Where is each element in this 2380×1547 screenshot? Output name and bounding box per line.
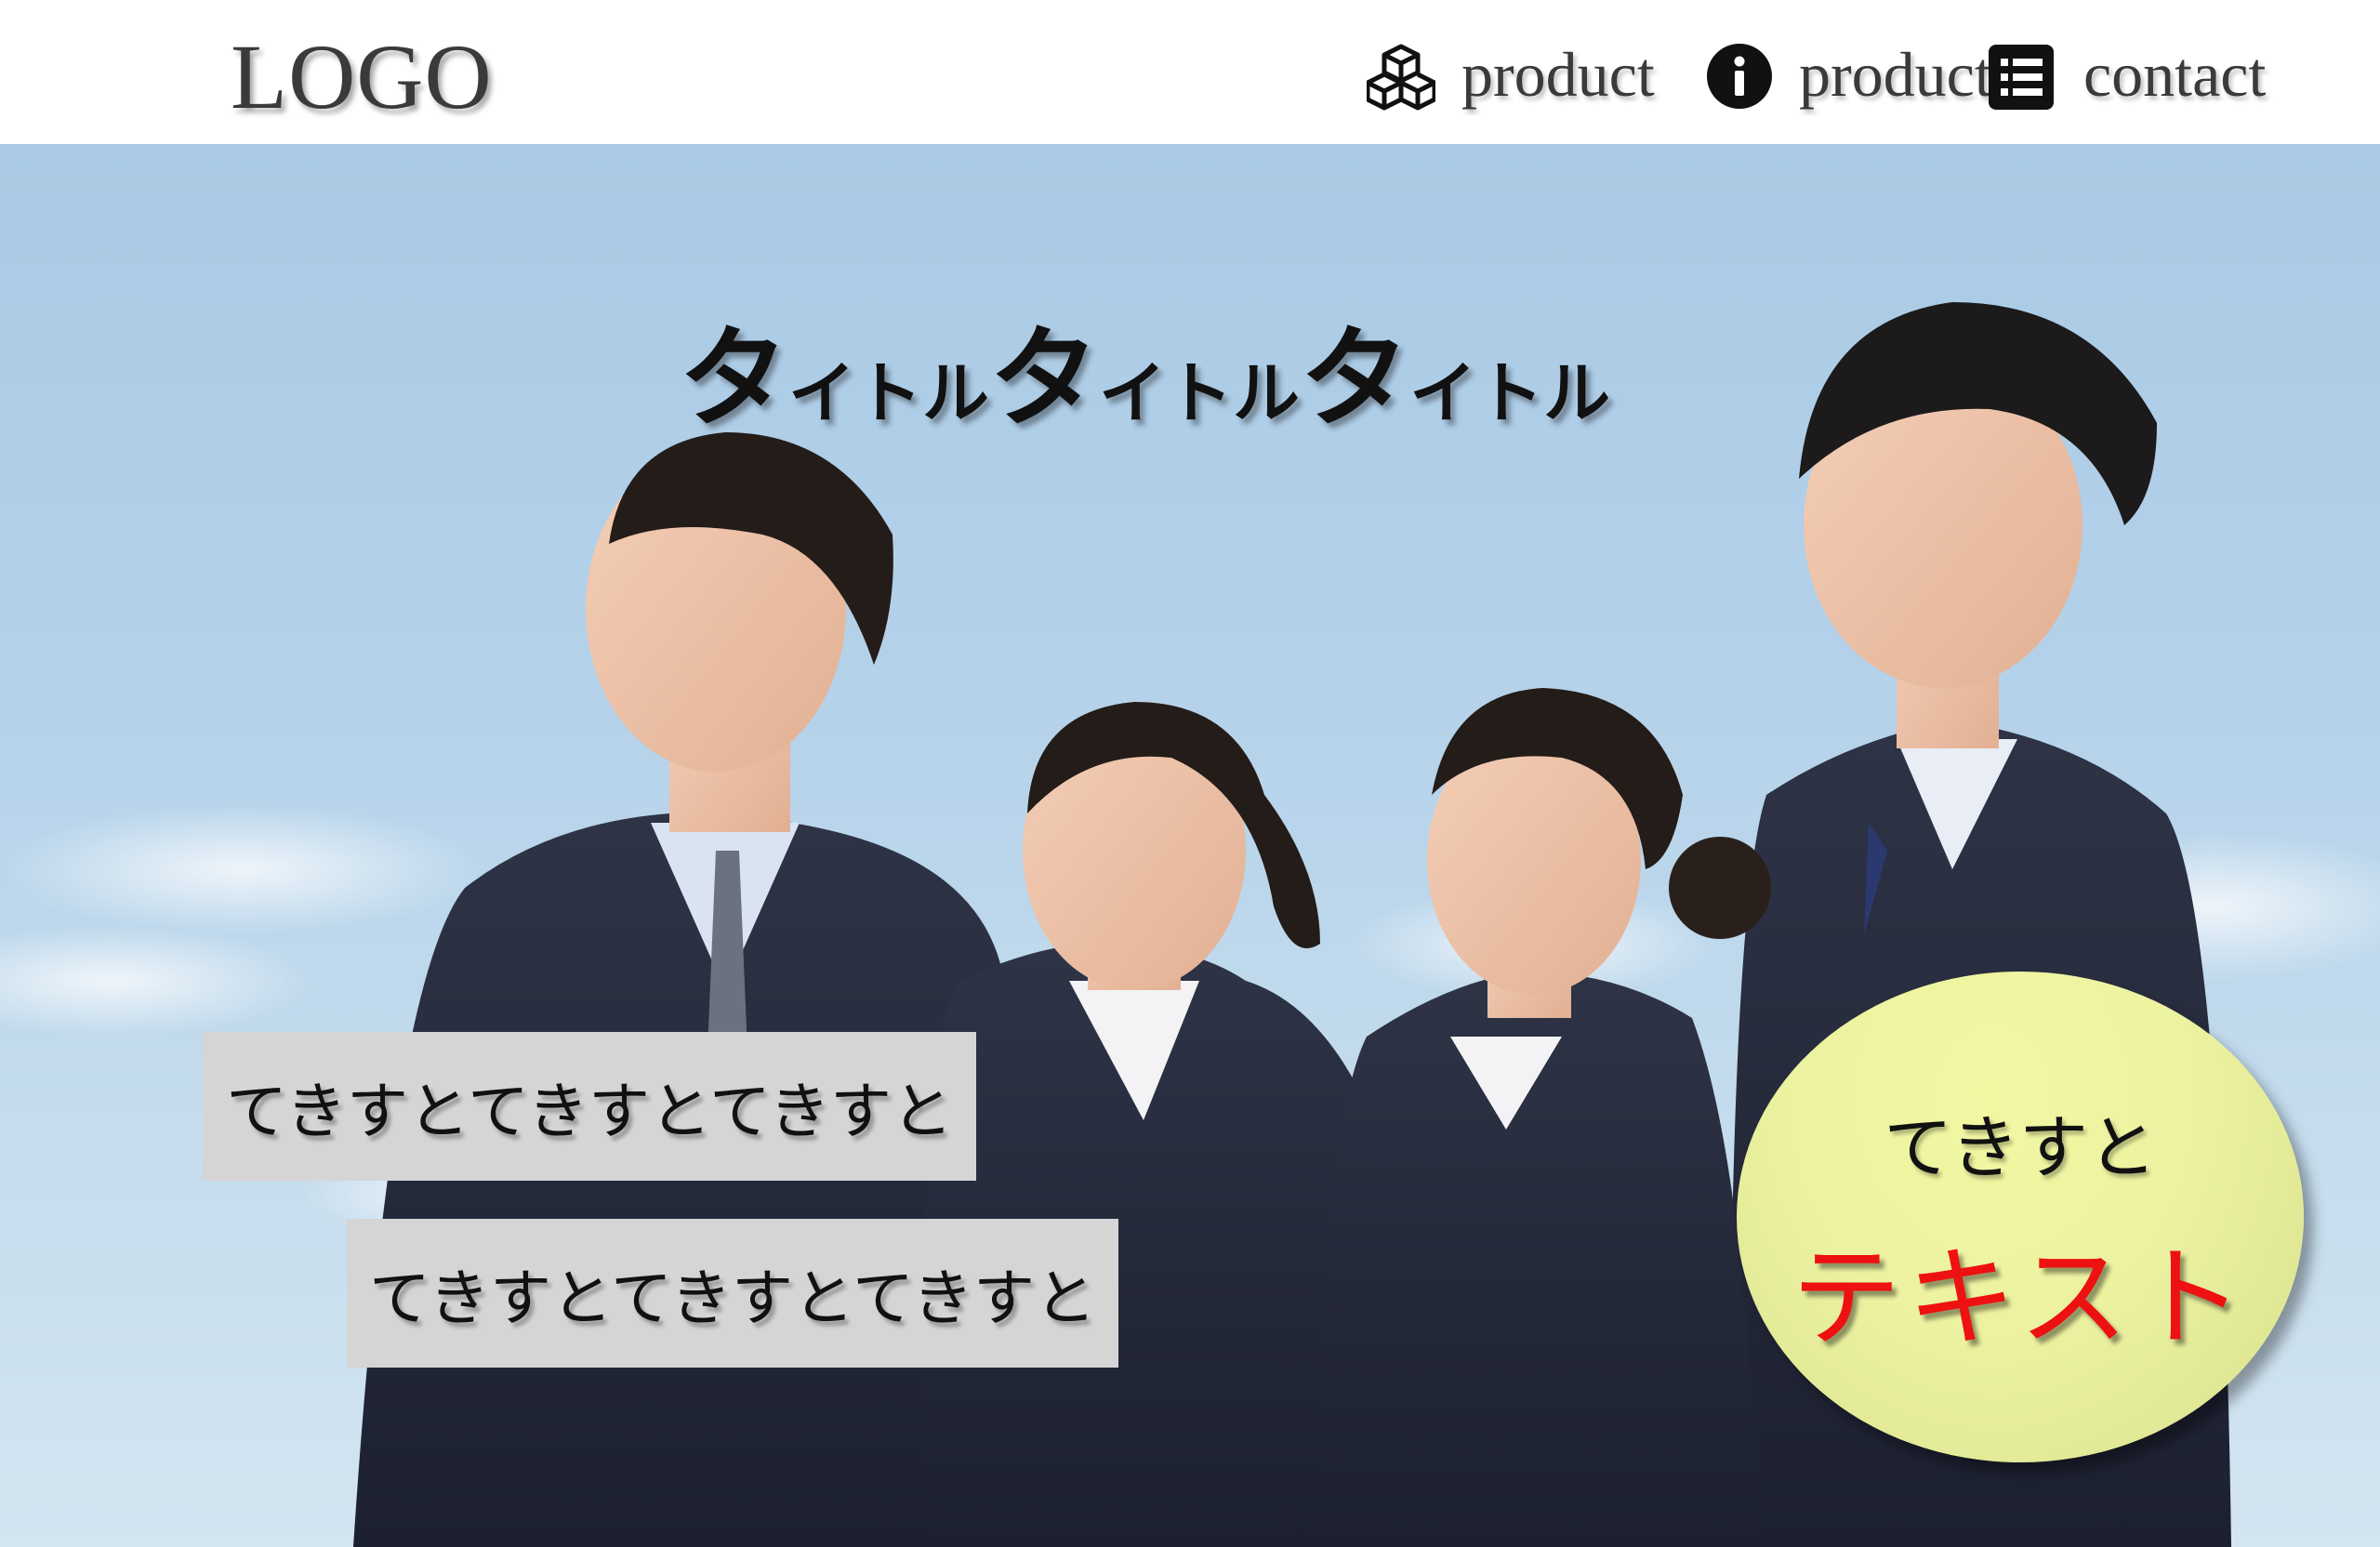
nav-label-about: product [1799, 39, 1992, 110]
title-small-3: イトル [1409, 353, 1611, 433]
text-box-2: てきすとてきすとてきすと [347, 1219, 1118, 1368]
boxes-icon [1365, 43, 1437, 115]
badge-circle: てきすと テキスト [1737, 972, 2304, 1462]
nav-item-product[interactable]: product [1357, 28, 1678, 121]
title-big-1: タ [679, 313, 789, 443]
title-big-2: タ [989, 313, 1100, 443]
title-big-3: タ [1300, 313, 1410, 443]
badge-top-text: てきすと [1884, 1108, 2157, 1188]
text-box-1: てきすとてきすとてきすと [203, 1032, 976, 1181]
info-icon [1706, 43, 1773, 113]
nav-item-about[interactable]: product [1706, 28, 1992, 121]
title-small-1: イトル [788, 353, 990, 433]
logo[interactable]: LOGO [231, 26, 493, 128]
nav-label-contact: contact [2083, 39, 2267, 110]
title-small-2: イトル [1099, 353, 1301, 433]
nav-label-product: product [1461, 39, 1655, 110]
badge-bottom-text: テキスト [1791, 1234, 2250, 1362]
list-icon [1988, 44, 2055, 114]
page-title: タイトルタイトルタイトル [679, 289, 1610, 448]
hero-section: タイトルタイトルタイトル てきすとてきすとてきすと てきすとてきすとてきすと て… [0, 144, 2380, 1547]
header: LOGO product product contact [0, 0, 2380, 144]
nav-item-contact[interactable]: contact [1988, 28, 2294, 121]
